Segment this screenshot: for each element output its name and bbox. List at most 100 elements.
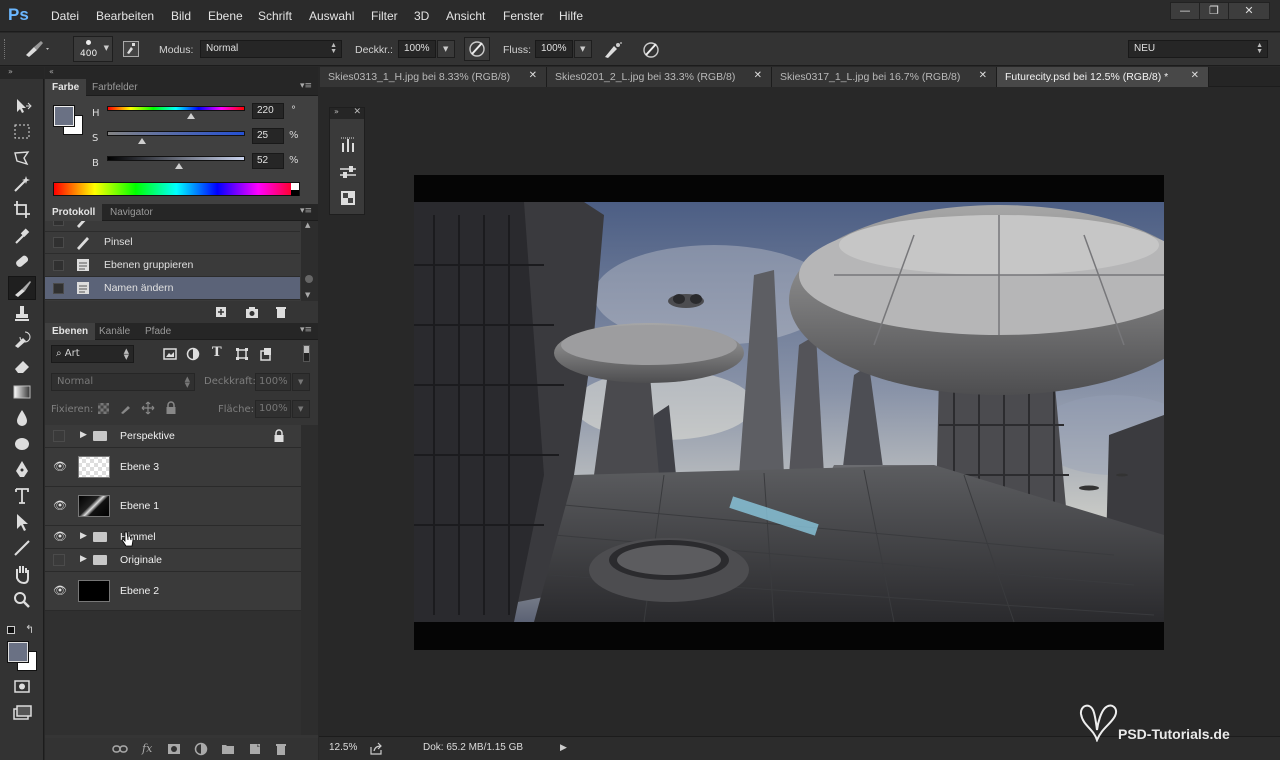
move-tool[interactable] bbox=[8, 94, 36, 118]
tab-skies0317[interactable]: Skies0317_1_L.jpg bei 16.7% (RGB/8) ✕ bbox=[772, 67, 997, 87]
panel-menu-icon[interactable]: ▾≡ bbox=[300, 81, 312, 91]
filter-smart-object-icon[interactable] bbox=[259, 347, 273, 361]
brush-preset-picker[interactable]: 400 ▼ bbox=[73, 36, 113, 62]
scroll-thumb[interactable] bbox=[305, 275, 313, 283]
minimize-button[interactable]: — bbox=[1170, 2, 1200, 20]
flow-input[interactable]: 100% bbox=[535, 40, 573, 58]
panel-menu-icon[interactable]: ▾≡ bbox=[300, 206, 312, 216]
brush-tool-icon[interactable] bbox=[22, 39, 50, 62]
spectrum-black-swatch[interactable] bbox=[291, 190, 299, 196]
menu-schrift[interactable]: Schrift bbox=[258, 9, 292, 23]
menu-datei[interactable]: Datei bbox=[51, 9, 79, 23]
history-scrollbar[interactable]: ▲ ▼ bbox=[301, 221, 318, 301]
foreground-color-swatch[interactable] bbox=[7, 641, 29, 663]
h-slider[interactable] bbox=[107, 106, 245, 111]
filter-type-icon[interactable]: T bbox=[212, 345, 222, 360]
filter-shape-icon[interactable] bbox=[235, 347, 249, 361]
gradient-tool[interactable] bbox=[8, 380, 36, 404]
healing-brush-tool[interactable] bbox=[8, 250, 36, 274]
menu-bearbeiten[interactable]: Bearbeiten bbox=[96, 9, 154, 23]
history-item-selected[interactable]: Namen ändern bbox=[45, 277, 300, 300]
status-menu-arrow-icon[interactable]: ▶ bbox=[560, 743, 567, 753]
lasso-tool[interactable] bbox=[8, 146, 36, 170]
expand-caret-icon[interactable]: ▶ bbox=[80, 430, 87, 440]
zoom-level[interactable]: 12.5% bbox=[329, 742, 357, 753]
line-tool[interactable] bbox=[8, 536, 36, 560]
adjustment-layer-icon[interactable] bbox=[194, 742, 208, 756]
lock-transparency-icon[interactable] bbox=[98, 403, 109, 414]
tab-farbfelder[interactable]: Farbfelder bbox=[85, 79, 145, 96]
history-item[interactable]: Ebenen gruppieren bbox=[45, 254, 300, 277]
clone-source-icon[interactable] bbox=[338, 188, 358, 208]
close-tab-icon[interactable]: ✕ bbox=[529, 70, 537, 81]
magic-wand-tool[interactable] bbox=[8, 172, 36, 196]
panel-foreground-swatch[interactable] bbox=[53, 105, 75, 127]
airbrush-icon[interactable] bbox=[602, 40, 624, 63]
blur-tool[interactable] bbox=[8, 406, 36, 430]
h-slider-thumb[interactable] bbox=[187, 113, 196, 119]
collapse-icon[interactable]: » bbox=[8, 67, 13, 76]
menu-ansicht[interactable]: Ansicht bbox=[446, 9, 485, 23]
history-item[interactable]: Pinsel bbox=[45, 231, 300, 254]
eye-icon[interactable]: 👁 bbox=[53, 499, 67, 512]
s-slider[interactable] bbox=[107, 131, 245, 136]
fx-icon[interactable]: fx bbox=[142, 742, 152, 755]
tab-navigator[interactable]: Navigator bbox=[103, 204, 160, 221]
tab-protokoll[interactable]: Protokoll bbox=[45, 204, 103, 221]
menu-ebene[interactable]: Ebene bbox=[208, 9, 243, 23]
layer-filter-select[interactable]: ⌕ Art ▲ ▼ bbox=[51, 345, 134, 363]
layer-opacity-dropdown[interactable]: ▼ bbox=[292, 373, 310, 391]
filter-toggle[interactable] bbox=[303, 345, 310, 362]
layer-row-ebene-2[interactable]: 👁 Ebene 2 bbox=[45, 572, 301, 611]
clone-stamp-tool[interactable] bbox=[8, 302, 36, 326]
lock-all-icon[interactable] bbox=[165, 401, 177, 415]
brush-panel-toggle-icon[interactable] bbox=[123, 41, 139, 57]
menu-3d[interactable]: 3D bbox=[414, 9, 429, 23]
flow-dropdown[interactable]: ▼ bbox=[574, 40, 592, 58]
blend-mode-select[interactable]: Normal ▲ ▼ bbox=[51, 373, 195, 391]
mode-select[interactable]: Normal ▲ ▼ bbox=[200, 40, 342, 58]
history-checkbox[interactable] bbox=[53, 221, 64, 226]
menu-auswahl[interactable]: Auswahl bbox=[309, 9, 354, 23]
trash-icon[interactable] bbox=[273, 304, 289, 320]
close-button[interactable]: ✕ bbox=[1228, 2, 1270, 20]
b-slider[interactable] bbox=[107, 156, 245, 161]
menu-fenster[interactable]: Fenster bbox=[503, 9, 544, 23]
close-tab-icon[interactable]: ✕ bbox=[1191, 70, 1199, 81]
spectrum-black-white-icon[interactable] bbox=[291, 183, 299, 190]
quick-mask-button[interactable] bbox=[8, 675, 36, 699]
layer-opacity-input[interactable]: 100% bbox=[255, 373, 291, 391]
layer-mask-icon[interactable] bbox=[167, 742, 181, 756]
camera-icon[interactable] bbox=[244, 304, 260, 320]
pressure-size-icon[interactable] bbox=[640, 39, 662, 64]
tab-farbe[interactable]: Farbe bbox=[45, 79, 87, 96]
layer-row-himmel[interactable]: 👁 ▶ Himmel bbox=[45, 526, 301, 549]
eraser-tool[interactable] bbox=[8, 354, 36, 378]
eyedropper-tool[interactable] bbox=[8, 224, 36, 248]
trash-icon[interactable] bbox=[274, 742, 288, 756]
layer-row-ebene-1[interactable]: 👁 Ebene 1 bbox=[45, 487, 301, 526]
share-icon[interactable] bbox=[369, 742, 383, 755]
color-spectrum-ramp[interactable] bbox=[53, 182, 300, 196]
layer-row-perspektive[interactable]: ▶ Perspektive bbox=[45, 425, 301, 448]
dodge-tool[interactable] bbox=[8, 432, 36, 456]
scroll-down-icon[interactable]: ▼ bbox=[305, 291, 310, 299]
marquee-tool[interactable] bbox=[8, 120, 36, 144]
tab-skies0201[interactable]: Skies0201_2_L.jpg bei 33.3% (RGB/8) ✕ bbox=[547, 67, 772, 87]
eye-icon[interactable]: 👁 bbox=[53, 460, 67, 473]
brush-tool[interactable] bbox=[8, 276, 36, 300]
default-colors-icon[interactable] bbox=[7, 626, 15, 634]
eye-icon[interactable]: 👁 bbox=[53, 584, 67, 597]
filter-adjustment-icon[interactable] bbox=[186, 347, 200, 361]
link-layers-icon[interactable] bbox=[112, 742, 128, 756]
history-brush-tool[interactable] bbox=[8, 328, 36, 352]
visibility-toggle-empty[interactable] bbox=[53, 430, 65, 442]
history-checkbox[interactable] bbox=[53, 260, 64, 271]
b-value-input[interactable]: 52 bbox=[252, 153, 284, 169]
s-slider-thumb[interactable] bbox=[137, 138, 146, 144]
hand-tool[interactable] bbox=[8, 562, 36, 586]
close-icon[interactable]: ✕ bbox=[353, 107, 361, 117]
tab-kanaele[interactable]: Kanäle bbox=[92, 323, 137, 340]
visibility-toggle-empty[interactable] bbox=[53, 554, 65, 566]
close-tab-icon[interactable]: ✕ bbox=[754, 70, 762, 81]
